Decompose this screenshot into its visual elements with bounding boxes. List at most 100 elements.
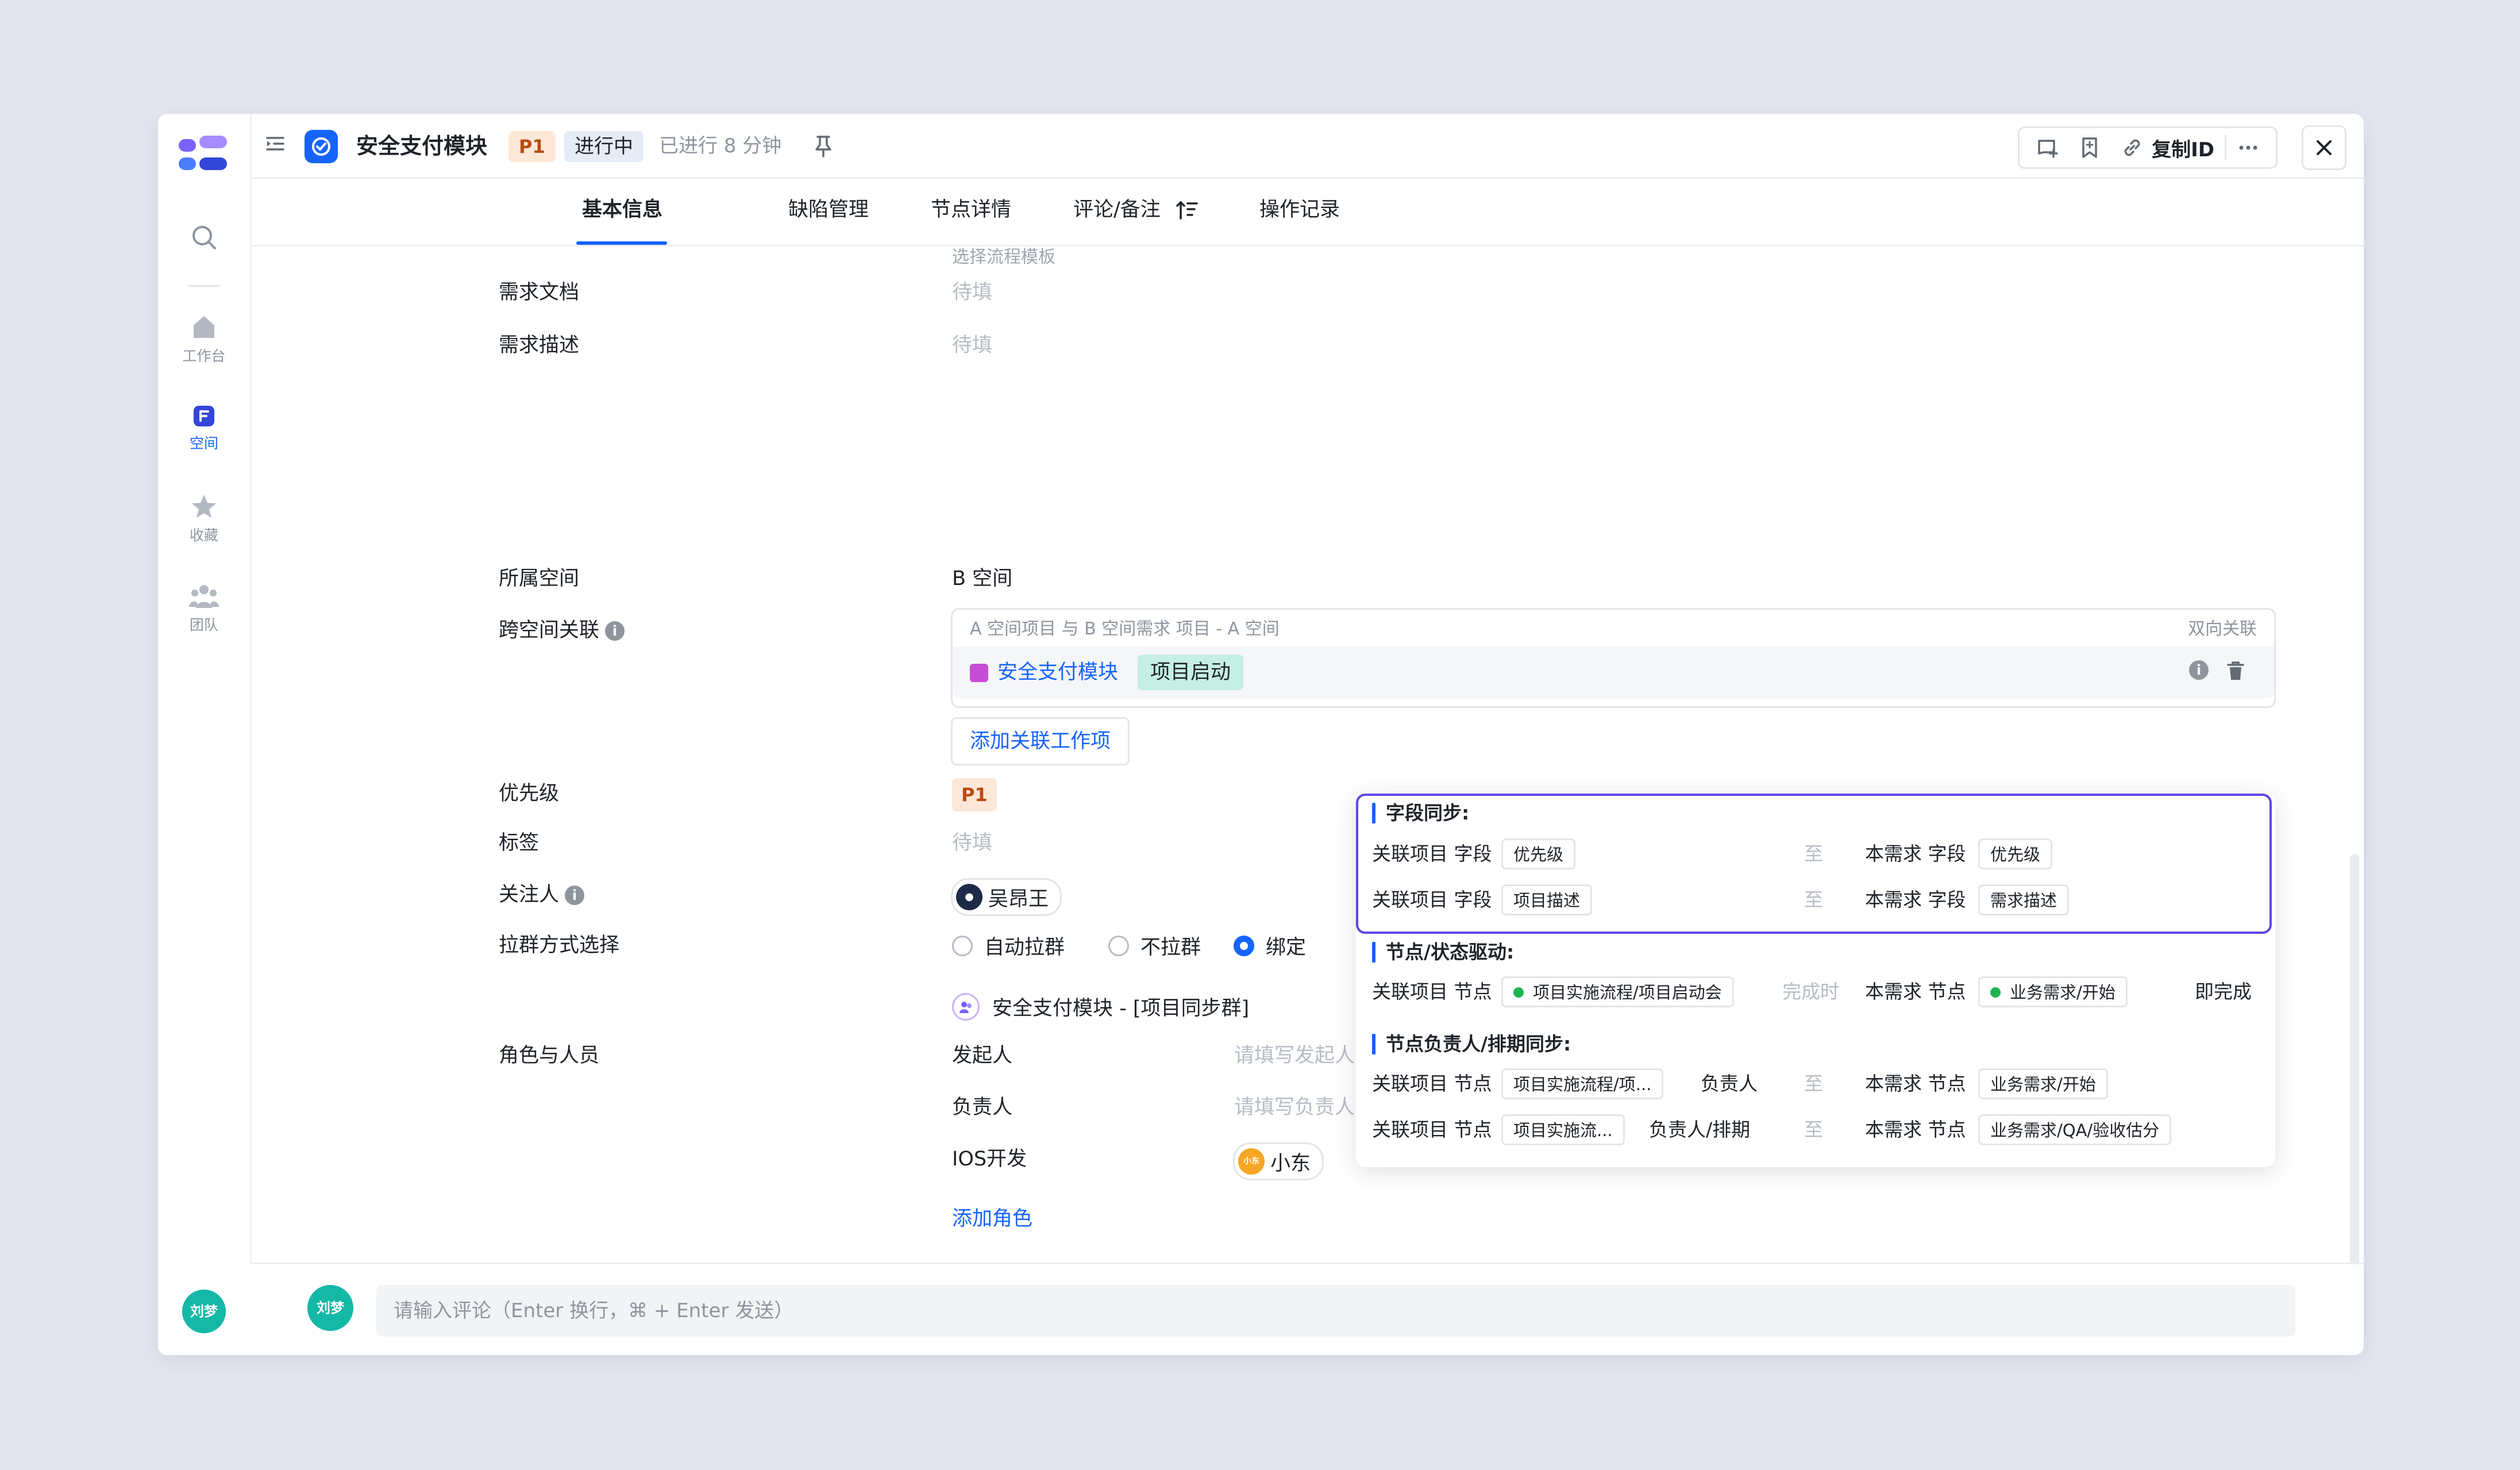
bound-group[interactable]: 安全支付模块 - [项目同步群] — [952, 992, 1249, 1021]
add-linked-item-button[interactable]: 添加关联工作项 — [951, 717, 1130, 765]
pin-icon[interactable] — [813, 133, 834, 159]
role-name: 负责人 — [952, 1096, 1013, 1119]
tab-comments-label: 评论/备注 — [1073, 198, 1161, 221]
owner-right-chip[interactable]: 业务需求/开始 — [1978, 1068, 2108, 1099]
space-icon — [194, 406, 214, 426]
task-type-icon — [305, 130, 338, 163]
content-scrollbar[interactable] — [2350, 854, 2359, 1264]
sync-right-chip[interactable]: 需求描述 — [1978, 884, 2070, 915]
owner-right-chip[interactable]: 业务需求/QA/验收估分 — [1978, 1114, 2172, 1145]
sync-left-chip[interactable]: 项目描述 — [1501, 884, 1593, 915]
space-label: 所属空间 — [499, 567, 580, 590]
sync-left-label: 关联项目 字段 — [1372, 888, 1492, 911]
priority-badge[interactable]: P1 — [508, 131, 556, 162]
info-icon[interactable]: i — [565, 886, 585, 905]
tags-field[interactable]: 待填 — [952, 829, 992, 857]
cross-space-label: 跨空间关联 i — [499, 616, 625, 645]
tab-defects[interactable]: 缺陷管理 — [788, 195, 869, 224]
sync-to: 至 — [1804, 842, 1823, 865]
drive-left-chip-text: 项目实施流程/项目启动会 — [1533, 983, 1722, 1002]
search-icon[interactable] — [158, 223, 250, 252]
req-doc-field[interactable]: 待填 — [952, 278, 992, 307]
rail-item-team[interactable]: 团队 — [158, 583, 250, 634]
template-hint[interactable]: 选择流程模板 — [952, 246, 1055, 269]
watcher-label-text: 关注人 — [499, 883, 560, 906]
space-value[interactable]: B 空间 — [952, 564, 1012, 593]
bookmark-button[interactable] — [2069, 128, 2110, 167]
drive-right-chip[interactable]: 业务需求/开始 — [1978, 976, 2128, 1007]
sort-icon[interactable] — [1176, 200, 1199, 221]
watcher-label: 关注人 i — [499, 880, 585, 909]
chat-add-icon — [2038, 140, 2058, 158]
drive-left-chip[interactable]: 项目实施流程/项目启动会 — [1501, 976, 1734, 1007]
sync-right-chip[interactable]: 优先级 — [1978, 838, 2053, 869]
radio-label: 自动拉群 — [984, 936, 1065, 959]
owner-to: 至 — [1804, 1072, 1823, 1095]
more-button[interactable] — [2226, 128, 2270, 167]
linked-project-name[interactable]: 安全支付模块 — [997, 658, 1118, 687]
home-icon — [194, 316, 214, 338]
task-header: 安全支付模块 P1 进行中 已进行 8 分钟 复制ID — [250, 114, 2364, 179]
status-badge[interactable]: 进行中 — [564, 131, 644, 162]
link-icon — [2124, 139, 2140, 156]
left-rail: 工作台 空间 收藏 团队 刘梦 — [158, 114, 252, 1355]
owner-left-label: 关联项目 节点 — [1372, 1118, 1492, 1141]
tab-operation-log[interactable]: 操作记录 — [1259, 195, 1340, 224]
drive-right-chip-text: 业务需求/开始 — [2010, 983, 2116, 1002]
rail-item-label: 工作台 — [182, 348, 226, 364]
role-person-name: 小东 — [1270, 1152, 1311, 1175]
cross-space-label-text: 跨空间关联 — [499, 619, 600, 642]
linked-item-row[interactable]: 安全支付模块 项目启动 i — [953, 647, 2274, 698]
radio-label: 不拉群 — [1140, 936, 1201, 959]
tab-comments[interactable]: 评论/备注 — [1073, 195, 1199, 224]
info-icon[interactable]: i — [605, 621, 625, 641]
rail-item-favorites[interactable]: 收藏 — [158, 493, 250, 545]
copy-id-button[interactable]: 复制ID — [2110, 128, 2225, 167]
project-color-icon — [970, 664, 988, 682]
tab-basic-info[interactable]: 基本信息 — [582, 195, 662, 224]
owner-right-label: 本需求 节点 — [1865, 1118, 1966, 1141]
req-desc-field[interactable]: 待填 — [952, 331, 992, 360]
role-ios-chip[interactable]: 小东 小东 — [1233, 1142, 1324, 1180]
owner-left-chip[interactable]: 项目实施流... — [1501, 1114, 1625, 1145]
role-owner-field[interactable]: 请填写负责人 — [1234, 1093, 1355, 1122]
add-role-link[interactable]: 添加角色 — [952, 1205, 1032, 1233]
group-name: 安全支付模块 - [项目同步群] — [992, 997, 1250, 1020]
rail-item-label: 空间 — [189, 435, 218, 452]
copy-id-label: 复制ID — [2152, 138, 2214, 161]
linked-stage-tag: 项目启动 — [1138, 655, 1244, 690]
trash-icon[interactable] — [2226, 660, 2245, 681]
radio-bind-group[interactable]: 绑定 — [1234, 931, 1306, 960]
header-toolbar: 复制ID — [2018, 126, 2278, 169]
radio-auto-group[interactable]: 自动拉群 — [952, 931, 1065, 960]
comment-input[interactable]: 请输入评论（Enter 换行，⌘ + Enter 发送） — [376, 1285, 2295, 1337]
info-icon[interactable]: i — [2189, 660, 2209, 680]
collapse-sidebar-icon[interactable] — [264, 132, 287, 155]
app-logo[interactable] — [179, 136, 227, 176]
linked-item-actions: i — [2189, 660, 2245, 681]
rail-item-space[interactable]: 空间 — [158, 405, 250, 453]
watcher-chip[interactable]: ● 吴昂王 — [951, 878, 1062, 916]
cross-space-header: A 空间项目 与 B 空间需求 项目 - A 空间 — [970, 619, 1280, 639]
tab-node-details[interactable]: 节点详情 — [931, 195, 1011, 224]
rail-item-label: 收藏 — [189, 527, 218, 544]
follow-button[interactable] — [2025, 128, 2069, 167]
more-icon — [2239, 145, 2257, 150]
rail-item-label: 团队 — [189, 617, 218, 633]
link-mode[interactable]: 双向关联 — [2188, 617, 2257, 642]
rail-item-workbench[interactable]: 工作台 — [158, 314, 250, 365]
owner-left-label: 关联项目 节点 — [1372, 1072, 1492, 1095]
group-chat-icon — [952, 992, 980, 1021]
sync-left-chip[interactable]: 优先级 — [1501, 838, 1576, 869]
close-button[interactable] — [2302, 125, 2346, 170]
user-avatar[interactable]: 刘梦 — [182, 1290, 226, 1333]
priority-value[interactable]: P1 — [952, 778, 997, 811]
req-desc-label: 需求描述 — [499, 334, 580, 357]
owner-left-chip[interactable]: 项目实施流程/项... — [1501, 1068, 1664, 1099]
radio-no-group[interactable]: 不拉群 — [1108, 931, 1201, 960]
basic-info-panel: 选择流程模板 需求文档 待填 需求描述 待填 所属空间 B 空间 跨空间关联 i … — [250, 245, 2364, 1264]
commenter-avatar: 刘梦 — [307, 1285, 353, 1331]
role-name: IOS开发 — [952, 1148, 1027, 1171]
star-icon — [192, 495, 216, 518]
role-initiator-field[interactable]: 请填写发起人 — [1234, 1041, 1355, 1070]
